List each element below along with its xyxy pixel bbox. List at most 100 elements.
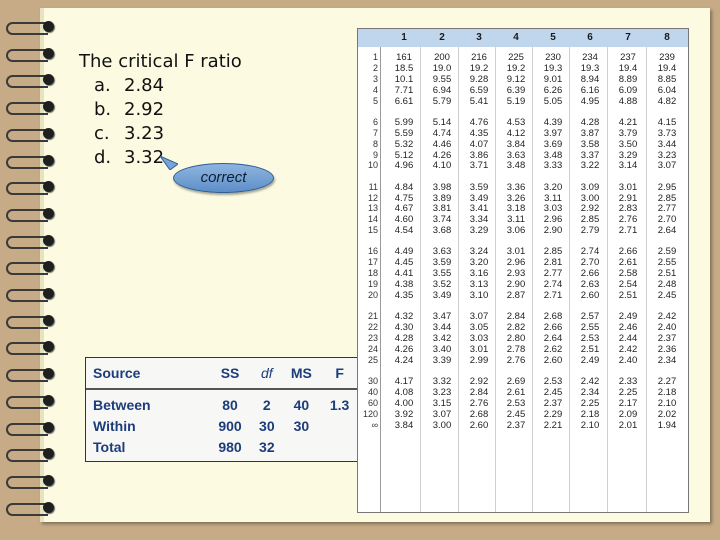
f-table-cell: 3.32 <box>432 376 452 387</box>
question-title: The critical F ratio <box>79 51 242 72</box>
binding-ring <box>6 474 54 489</box>
f-table-cell: 19.2 <box>469 62 489 74</box>
f-table-row-df: 10 <box>367 160 378 171</box>
f-table-cell: 4.35 <box>469 127 489 139</box>
f-table-cell: 9.28 <box>469 73 489 85</box>
f-table-row-df: 13 <box>367 203 378 214</box>
f-table-cell: 4.46 <box>432 138 452 150</box>
f-table-cell: 2.40 <box>657 322 677 334</box>
f-table-cell: 4.75 <box>394 192 414 204</box>
cell-ms <box>282 436 322 457</box>
f-table-cell: 2.66 <box>618 246 638 258</box>
option-a[interactable]: a. 2.84 <box>94 74 242 98</box>
f-table-cell: 3.26 <box>506 192 526 204</box>
f-table-cell: 4.00 <box>394 397 414 409</box>
f-table-cell: 2.45 <box>506 408 526 420</box>
f-table-cell: 2.80 <box>506 333 526 344</box>
f-table-cell: 239 <box>659 52 675 63</box>
anova-header-row: Source SS df MS F <box>86 358 358 390</box>
f-table-divider <box>646 47 647 512</box>
binding-ring <box>6 127 54 142</box>
f-table-cell: 2.93 <box>506 268 526 280</box>
f-table-cell: 3.89 <box>432 192 452 204</box>
f-table-cell: 7.71 <box>394 84 414 96</box>
f-table-cell: 216 <box>471 52 487 63</box>
ring-hole <box>43 207 54 219</box>
f-table-cell: 3.44 <box>657 138 677 150</box>
ring-hole <box>43 47 54 59</box>
ring-wire <box>6 75 48 89</box>
ring-wire <box>6 182 48 196</box>
f-table-cell: 3.15 <box>432 397 452 409</box>
ring-wire <box>6 208 48 222</box>
f-table-cell: 4.28 <box>394 333 414 344</box>
f-table-cell: 3.63 <box>432 246 452 258</box>
binding-ring <box>6 234 54 249</box>
f-table-cell: 2.83 <box>618 203 638 215</box>
f-table-cell: 8.85 <box>657 73 677 85</box>
f-table-cell: 4.35 <box>394 290 414 301</box>
f-table-cell: 3.07 <box>432 408 452 420</box>
f-table-cell: 3.01 <box>469 343 489 355</box>
f-table-cell: 9.55 <box>432 73 452 85</box>
f-table-cell: 3.24 <box>469 246 489 258</box>
f-table-cell: 4.96 <box>394 160 414 172</box>
f-table-cell: 3.68 <box>432 225 452 237</box>
f-table-cell: 4.53 <box>506 116 526 128</box>
f-table-cell: 2.42 <box>657 311 677 323</box>
f-table-cell: 2.42 <box>580 376 600 387</box>
f-table-cell: 3.16 <box>469 268 489 280</box>
f-table-cell: 2.87 <box>506 290 526 301</box>
f-table-cell: 2.33 <box>618 376 638 387</box>
f-table-cell: 3.97 <box>543 127 563 139</box>
f-table-cell: 2.37 <box>657 333 677 344</box>
f-table-row-df: ∞ <box>371 419 378 430</box>
f-table-cell: 2.66 <box>543 322 563 334</box>
f-table-cell: 3.06 <box>506 225 526 237</box>
f-table-cell: 2.85 <box>543 246 563 258</box>
f-table-cell: 3.42 <box>432 333 452 344</box>
f-table-row-df: 20 <box>367 290 378 300</box>
f-table-cell: 2.95 <box>657 181 677 193</box>
ring-wire <box>6 422 48 436</box>
f-table-divider <box>380 47 381 512</box>
f-table-cell: 2.57 <box>580 311 600 323</box>
f-table-col-header: 5 <box>550 32 556 43</box>
f-table-cell: 18.5 <box>394 62 414 74</box>
f-table-cell: 3.47 <box>432 311 452 323</box>
binding-ring <box>6 447 54 463</box>
binding-ring <box>6 340 54 356</box>
callout-pointer <box>160 156 178 170</box>
ring-wire <box>6 475 48 489</box>
f-table-cell: 4.26 <box>432 149 452 161</box>
f-table-cell: 3.20 <box>543 181 563 193</box>
f-table-cell: 2.76 <box>506 354 526 366</box>
f-table-cell: 19.3 <box>580 62 600 74</box>
f-table-cell: 3.58 <box>580 138 600 150</box>
option-c[interactable]: c. 3.23 <box>94 122 242 146</box>
f-table-cell: 3.23 <box>432 386 452 398</box>
f-table-cell: 2.74 <box>543 279 563 291</box>
f-table-cell: 2.64 <box>657 225 677 237</box>
f-table-cell: 3.55 <box>432 268 452 280</box>
ring-wire <box>6 22 48 35</box>
f-table-cell: 2.71 <box>618 225 638 237</box>
f-table-cell: 2.29 <box>543 408 563 420</box>
option-b[interactable]: b. 2.92 <box>94 98 242 122</box>
binding-ring <box>6 73 54 89</box>
f-table-cell: 2.61 <box>506 386 526 398</box>
f-table-cell: 19.3 <box>543 62 563 74</box>
f-table-cell: 3.07 <box>469 311 489 323</box>
f-table-row-df: 60 <box>367 397 378 408</box>
f-table-cell: 3.48 <box>506 160 526 172</box>
f-table-cell: 225 <box>508 52 524 63</box>
f-table-cell: 3.09 <box>580 181 600 193</box>
f-table-cell: 3.03 <box>543 203 563 215</box>
f-table-cell: 2.46 <box>618 322 638 334</box>
cell-source: Total <box>93 438 126 455</box>
f-table-cell: 2.62 <box>543 343 563 355</box>
binding-ring <box>6 100 54 116</box>
f-table-cell: 2.44 <box>618 333 638 344</box>
f-table-cell: 3.40 <box>432 343 452 355</box>
correct-callout: correct <box>173 163 274 193</box>
